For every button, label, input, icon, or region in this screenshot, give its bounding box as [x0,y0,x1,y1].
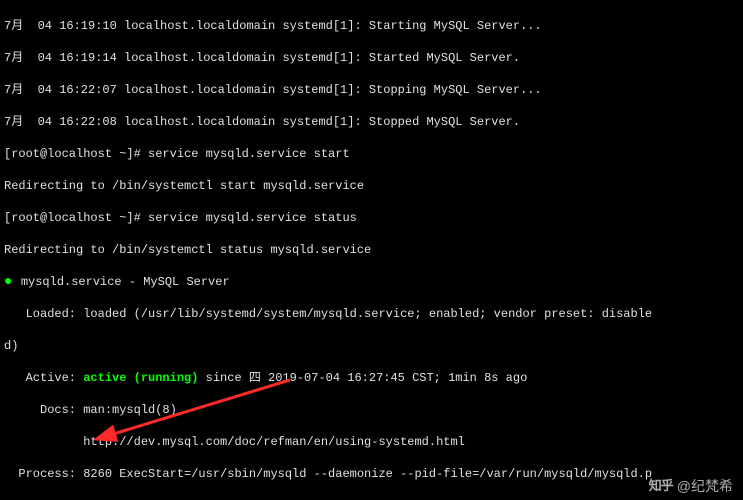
prompt-line: [root@localhost ~]# service mysqld.servi… [4,210,739,226]
active-status: active (running) [83,371,198,385]
loaded-line: Loaded: loaded (/usr/lib/systemd/system/… [4,306,739,322]
service-header: ● mysqld.service - MySQL Server [4,274,739,290]
prompt-line: [root@localhost ~]# service mysqld.servi… [4,146,739,162]
log-line: Redirecting to /bin/systemctl status mys… [4,242,739,258]
watermark-text: @纪梵希 [677,478,733,494]
process-line: Process: 8260 ExecStart=/usr/sbin/mysqld… [4,466,739,482]
docs-url: http://dev.mysql.com/doc/refman/en/using… [4,434,739,450]
log-line: 7月 04 16:22:07 localhost.localdomain sys… [4,82,739,98]
log-line: 7月 04 16:19:10 localhost.localdomain sys… [4,18,739,34]
zhihu-logo-icon: 知乎 [649,478,673,494]
status-dot-icon: ● [4,274,21,290]
watermark: 知乎 @纪梵希 [649,478,733,494]
docs-line: Docs: man:mysqld(8) [4,402,739,418]
log-line: 7月 04 16:19:14 localhost.localdomain sys… [4,50,739,66]
log-line: Redirecting to /bin/systemctl start mysq… [4,178,739,194]
active-line: Active: active (running) since 四 2019-07… [4,370,739,386]
loaded-line-wrap: d) [4,338,739,354]
terminal-output[interactable]: 7月 04 16:19:10 localhost.localdomain sys… [0,0,743,500]
log-line: 7月 04 16:22:08 localhost.localdomain sys… [4,114,739,130]
